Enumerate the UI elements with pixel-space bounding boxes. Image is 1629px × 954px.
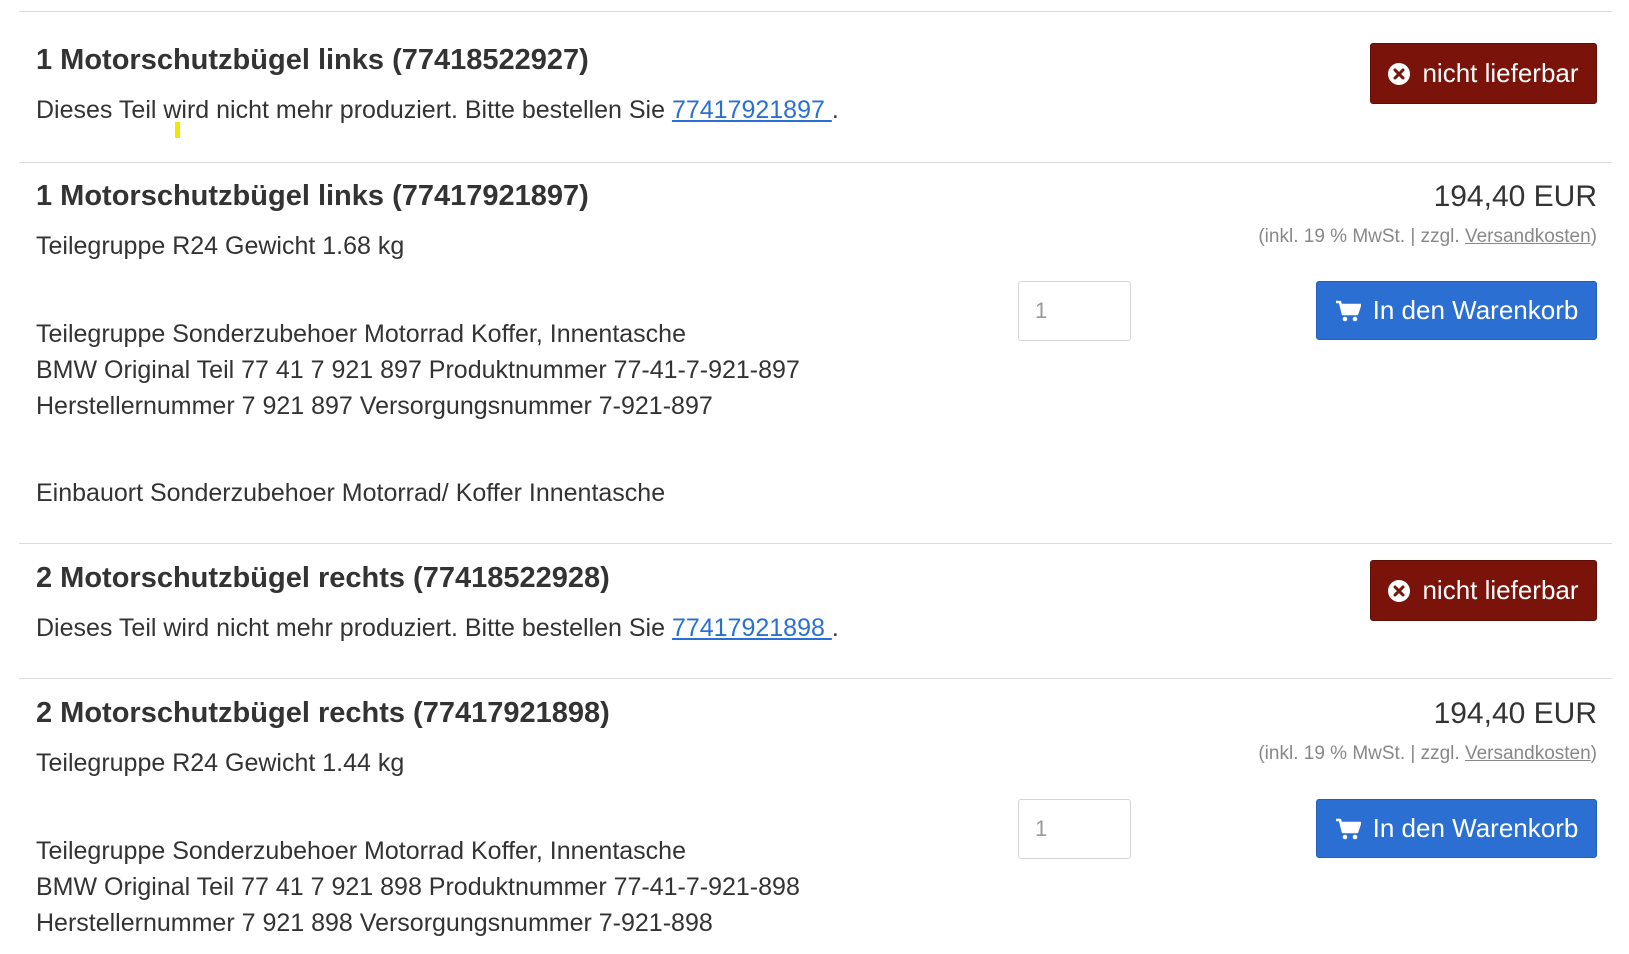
notice-text: Dieses Teil wird nicht mehr produziert. … <box>36 96 672 124</box>
detail-line: BMW Original Teil 77 41 7 921 897 Produk… <box>36 356 800 384</box>
shopping-cart-icon <box>1335 818 1361 840</box>
discontinued-notice: Dieses Teil wird nicht mehr produziert. … <box>36 96 839 125</box>
add-to-cart-button[interactable]: In den Warenkorb <box>1316 799 1597 858</box>
not-available-label: nicht lieferbar <box>1422 575 1579 605</box>
divider <box>19 543 1612 544</box>
times-circle-icon <box>1388 579 1411 602</box>
quantity-input[interactable] <box>1018 281 1131 341</box>
tax-note: (inkl. 19 % MwSt. | zzgl. Versandkosten) <box>1258 226 1597 248</box>
not-available-label: nicht lieferbar <box>1422 58 1579 88</box>
part-title: 2 Motorschutzbügel rechts (77417921898) <box>36 697 610 729</box>
detail-line: Teilegruppe Sonderzubehoer Motorrad Koff… <box>36 320 686 348</box>
shopping-cart-icon <box>1335 300 1361 322</box>
shipping-costs-link[interactable]: Versandkosten <box>1465 226 1591 247</box>
tax-text: (inkl. 19 % MwSt. | zzgl. <box>1258 743 1465 764</box>
detail-line: BMW Original Teil 77 41 7 921 898 Produk… <box>36 873 800 901</box>
quantity-input[interactable] <box>1018 799 1131 859</box>
part-subtitle: Teilegruppe R24 Gewicht 1.44 kg <box>36 749 405 777</box>
tax-suffix: ) <box>1590 743 1597 764</box>
notice-text: Dieses Teil wird nicht mehr produziert. … <box>36 614 672 642</box>
add-to-cart-label: In den Warenkorb <box>1372 295 1579 325</box>
price: 194,40 EUR <box>1433 697 1597 730</box>
not-available-button[interactable]: nicht lieferbar <box>1370 43 1597 104</box>
part-title: 2 Motorschutzbügel rechts (77418522928) <box>36 562 610 594</box>
divider <box>19 678 1612 679</box>
part-subtitle: Teilegruppe R24 Gewicht 1.68 kg <box>36 232 405 260</box>
add-to-cart-button[interactable]: In den Warenkorb <box>1316 281 1597 340</box>
replacement-part-link[interactable]: 77417921897 <box>672 96 832 124</box>
install-location: Einbauort Sonderzubehoer Motorrad/ Koffe… <box>36 479 666 507</box>
divider <box>19 11 1612 12</box>
part-title: 1 Motorschutzbügel links (77417921897) <box>36 180 589 212</box>
detail-line: Teilegruppe Sonderzubehoer Motorrad Koff… <box>36 837 686 865</box>
parts-list: 1 Motorschutzbügel links (77418522927) D… <box>0 0 1629 954</box>
replacement-part-link[interactable]: 77417921898 <box>672 614 832 642</box>
tax-note: (inkl. 19 % MwSt. | zzgl. Versandkosten) <box>1258 743 1597 765</box>
price: 194,40 EUR <box>1433 180 1597 213</box>
add-to-cart-label: In den Warenkorb <box>1372 813 1579 843</box>
detail-line: Herstellernummer 7 921 898 Versorgungsnu… <box>36 909 713 937</box>
text-cursor-marker <box>175 122 180 138</box>
discontinued-notice: Dieses Teil wird nicht mehr produziert. … <box>36 614 839 643</box>
notice-suffix: . <box>831 96 839 124</box>
shipping-costs-link[interactable]: Versandkosten <box>1465 743 1591 764</box>
tax-suffix: ) <box>1590 226 1597 247</box>
detail-line: Herstellernummer 7 921 897 Versorgungsnu… <box>36 392 713 420</box>
notice-suffix: . <box>831 614 839 642</box>
times-circle-icon <box>1388 62 1411 85</box>
part-title: 1 Motorschutzbügel links (77418522927) <box>36 44 589 76</box>
tax-text: (inkl. 19 % MwSt. | zzgl. <box>1258 226 1465 247</box>
divider <box>19 162 1612 163</box>
not-available-button[interactable]: nicht lieferbar <box>1370 560 1597 621</box>
